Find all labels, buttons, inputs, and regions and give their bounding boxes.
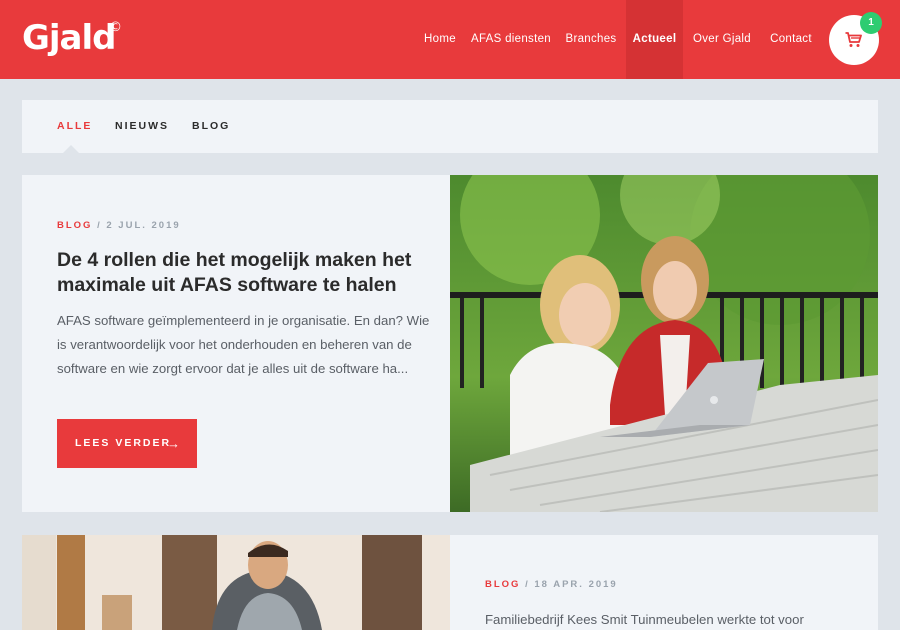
article-title[interactable]: De 4 rollen die het mogelijk maken het m… [57, 248, 427, 298]
article-card: BLOG / 2 JUL. 2019 De 4 rollen die het m… [22, 175, 878, 512]
article-photo[interactable] [22, 535, 450, 630]
article-date: / 18 APR. 2019 [525, 579, 618, 590]
man-in-chair-photo [22, 535, 450, 630]
article-excerpt: AFAS software geïmplementeerd in je orga… [57, 313, 430, 376]
article-excerpt: Familiebedrijf Kees Smit Tuinmeubelen we… [485, 612, 804, 627]
article-category[interactable]: BLOG [485, 579, 520, 590]
women-with-laptop-photo [450, 175, 878, 512]
filter-bar: ALLE NIEUWS BLOG [22, 100, 878, 153]
article-date: / 2 JUL. 2019 [97, 220, 181, 231]
read-more-button[interactable]: LEES VERDER → [57, 419, 197, 468]
arrow-right-icon: → [167, 436, 180, 451]
read-more-label: LEES VERDER [75, 437, 172, 449]
nav-home[interactable]: Home [419, 0, 461, 79]
site-header: Gjald © Home AFAS diensten Branches Actu… [0, 0, 900, 79]
filter-nieuws[interactable]: NIEUWS [115, 120, 169, 132]
nav-afas-diensten[interactable]: AFAS diensten [467, 0, 555, 79]
article-photo[interactable] [450, 175, 878, 512]
article-card: BLOG / 18 APR. 2019 Familiebedrijf Kees … [22, 535, 878, 630]
logo-copyright-mark: © [109, 20, 122, 35]
nav-over-gjald[interactable]: Over Gjald [688, 0, 756, 79]
article-meta: BLOG / 2 JUL. 2019 [57, 220, 181, 231]
filter-blog[interactable]: BLOG [192, 120, 230, 132]
nav-contact[interactable]: Contact [764, 0, 818, 79]
nav-actueel[interactable]: Actueel [626, 0, 683, 79]
filter-alle[interactable]: ALLE [57, 120, 92, 132]
cart-icon [845, 32, 862, 47]
cart-count-badge: 1 [860, 12, 882, 34]
article-meta: BLOG / 18 APR. 2019 [485, 579, 618, 590]
nav-branches[interactable]: Branches [561, 0, 621, 79]
logo[interactable]: Gjald [22, 18, 116, 58]
article-category[interactable]: BLOG [57, 220, 92, 231]
active-filter-caret [62, 145, 80, 154]
